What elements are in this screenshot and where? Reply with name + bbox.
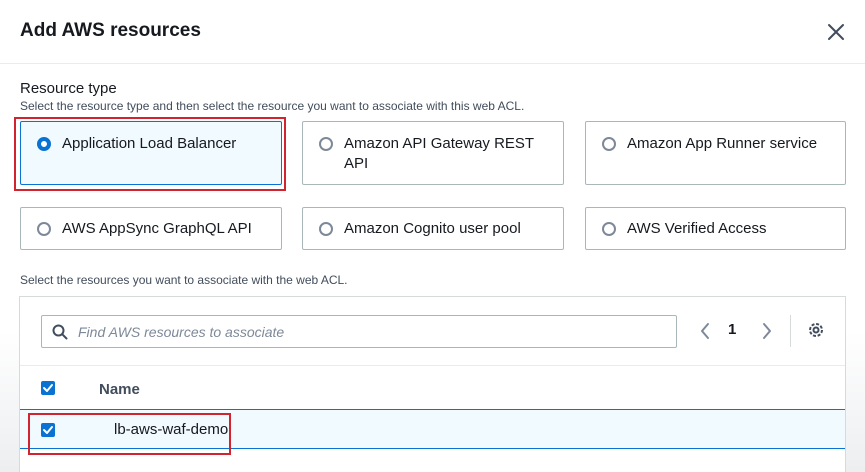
radio-selected-icon xyxy=(37,137,51,151)
row-checkbox[interactable] xyxy=(41,423,55,437)
resource-option-appsync[interactable]: AWS AppSync GraphQL API xyxy=(20,207,282,250)
resource-type-description: Select the resource type and then select… xyxy=(20,99,525,113)
radio-icon xyxy=(602,137,616,151)
resource-option-app-runner[interactable]: Amazon App Runner service xyxy=(585,121,846,185)
resource-type-label: Resource type xyxy=(20,80,117,97)
resource-option-label: Amazon App Runner service xyxy=(627,135,818,152)
header-divider xyxy=(20,365,845,366)
search-box[interactable] xyxy=(41,315,677,348)
gear-icon[interactable] xyxy=(807,321,825,339)
close-icon[interactable] xyxy=(822,18,850,46)
resource-option-label: Amazon Cognito user pool xyxy=(344,220,521,237)
table-row[interactable]: lb-aws-waf-demo xyxy=(20,409,845,449)
resource-option-label: Amazon API Gateway REST API xyxy=(344,135,534,172)
resource-option-label: Application Load Balancer xyxy=(62,135,237,152)
search-input[interactable] xyxy=(78,321,668,343)
radio-icon xyxy=(319,137,333,151)
dialog-title: Add AWS resources xyxy=(20,20,201,41)
radio-icon xyxy=(319,222,333,236)
resource-name: lb-aws-waf-demo xyxy=(114,421,229,438)
radio-icon xyxy=(602,222,616,236)
pagination-next-icon[interactable] xyxy=(760,321,774,341)
search-icon xyxy=(52,324,68,340)
resources-table: 1 Name lb-aws-waf-demo xyxy=(19,296,846,472)
resources-description: Select the resources you want to associa… xyxy=(20,273,348,287)
resource-option-application-load-balancer[interactable]: Application Load Balancer xyxy=(20,121,282,185)
resource-option-verified-access[interactable]: AWS Verified Access xyxy=(585,207,846,250)
radio-icon xyxy=(37,222,51,236)
select-all-checkbox[interactable] xyxy=(41,381,55,395)
resource-option-cognito[interactable]: Amazon Cognito user pool xyxy=(302,207,564,250)
dialog-header: Add AWS resources xyxy=(0,0,865,64)
column-header-name[interactable]: Name xyxy=(99,381,140,398)
resource-option-label: AWS Verified Access xyxy=(627,220,767,237)
pagination-prev-icon[interactable] xyxy=(698,321,712,341)
pagination-page-number[interactable]: 1 xyxy=(728,321,736,338)
resource-option-label: AWS AppSync GraphQL API xyxy=(62,220,252,237)
pagination-divider xyxy=(790,315,791,347)
resource-option-api-gateway[interactable]: Amazon API Gateway REST API xyxy=(302,121,564,185)
